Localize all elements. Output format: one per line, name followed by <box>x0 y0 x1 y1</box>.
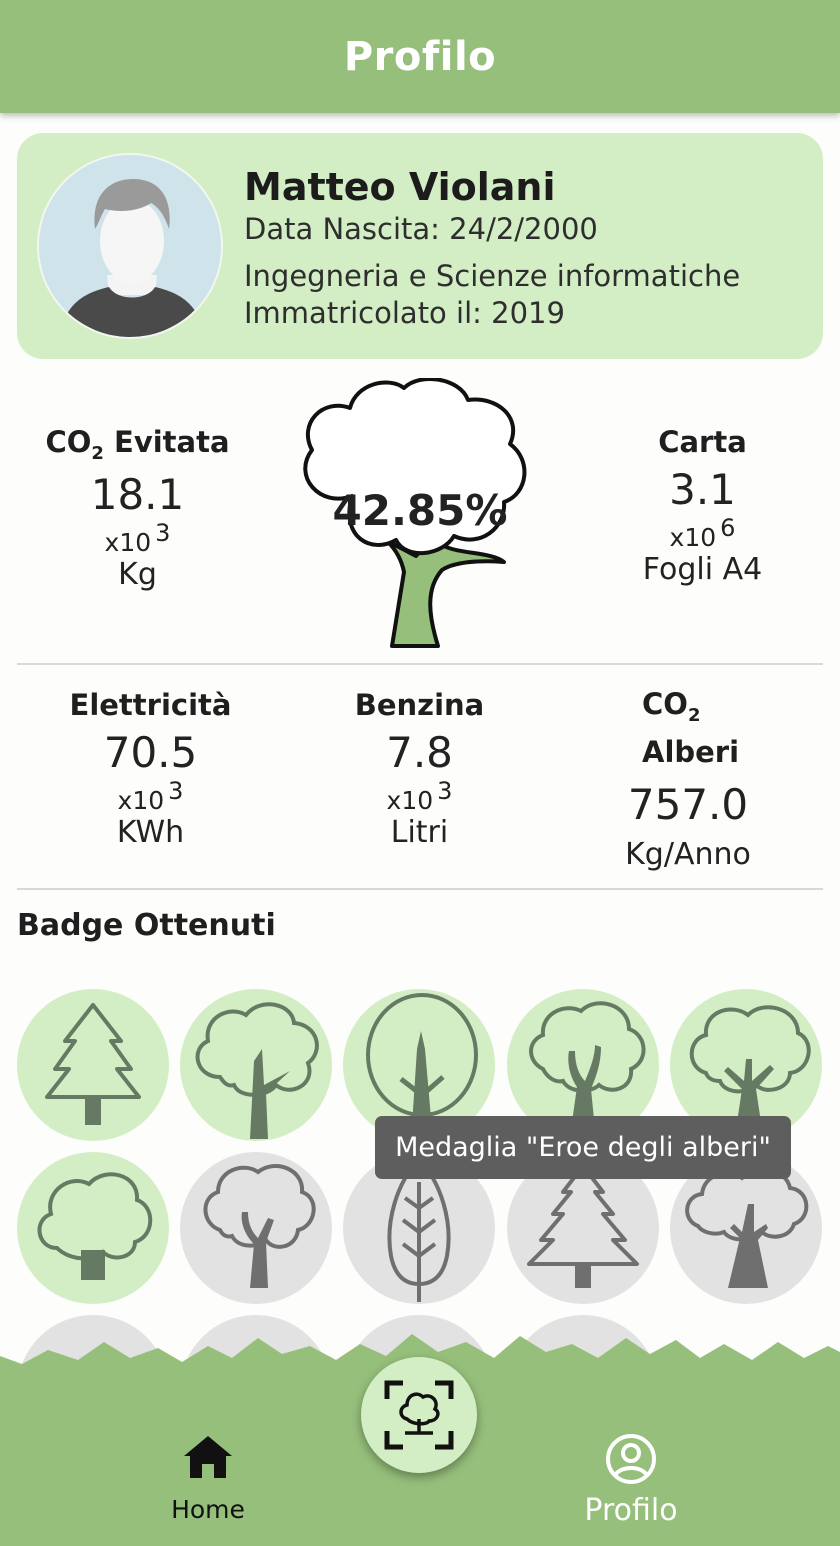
stat-co2-value: 18.1 <box>90 469 185 519</box>
stat-paper-label: Carta <box>658 425 747 459</box>
nav-profile[interactable]: Profilo <box>560 1432 702 1528</box>
stat-trees: CO2 Alberi 757.0 Kg/Anno <box>590 686 786 872</box>
badge-1[interactable] <box>17 989 169 1141</box>
badge-2[interactable] <box>180 989 332 1141</box>
stat-co2-avoided: CO2 Evitata 18.1 x10 3 Kg <box>40 425 235 592</box>
stat-electricity-label: Elettricità <box>69 688 232 722</box>
profile-card: Matteo Violani Data Nascita: 24/2/2000 I… <box>17 133 823 359</box>
stat-fuel-label: Benzina <box>354 688 485 722</box>
progress-tree: 42.85% <box>292 376 548 650</box>
home-icon <box>184 1436 232 1478</box>
nav-profile-label: Profilo <box>584 1493 678 1528</box>
stat-fuel: Benzina 7.8 x10 3 Litri <box>322 688 517 850</box>
stat-electricity-multiplier: x10 3 <box>117 777 184 815</box>
profile-course: Ingegneria e Scienze informatiche <box>244 259 741 293</box>
divider <box>17 888 823 890</box>
stat-co2-label: CO2 Evitata <box>45 425 230 464</box>
progress-percent: 42.85% <box>332 486 508 535</box>
stat-fuel-unit: Litri <box>390 815 449 850</box>
pine-tree-icon <box>45 1003 141 1125</box>
profile-enrolled: Immatricolato il: 2019 <box>244 296 565 330</box>
stat-co2-unit: Kg <box>118 556 157 592</box>
stat-electricity-value: 70.5 <box>103 728 198 777</box>
stat-paper: Carta 3.1 x10 6 Fogli A4 <box>605 425 800 587</box>
oak-tree-icon <box>195 1002 319 1139</box>
stat-trees-value: 757.0 <box>627 779 749 829</box>
nav-home[interactable]: Home <box>148 1432 268 1524</box>
nav-home-label: Home <box>171 1495 245 1524</box>
stat-paper-multiplier: x10 6 <box>669 514 736 552</box>
profile-birth-date: Data Nascita: 24/2/2000 <box>244 212 598 246</box>
stat-electricity-unit: KWh <box>116 815 185 850</box>
profile-name: Matteo Violani <box>244 165 556 209</box>
badge-tooltip: Medaglia "Eroe degli alberi" <box>375 1116 791 1179</box>
app-bar: Profilo <box>0 0 840 113</box>
avatar <box>37 153 223 339</box>
stat-fuel-value: 7.8 <box>386 728 453 777</box>
account-circle-icon <box>606 1434 656 1484</box>
scan-tree-icon <box>384 1380 454 1450</box>
stat-trees-unit: Kg/Anno <box>625 836 751 872</box>
stat-co2-multiplier: x10 3 <box>104 518 171 557</box>
stat-trees-label: CO2 Alberi <box>642 687 740 769</box>
divider <box>17 663 823 665</box>
branch-tree-icon <box>203 1164 316 1288</box>
cloud-tree-icon <box>37 1172 153 1280</box>
stat-paper-value: 3.1 <box>669 465 736 514</box>
badge-6[interactable] <box>17 1152 169 1304</box>
stat-electricity: Elettricità 70.5 x10 3 KWh <box>53 688 248 850</box>
page-title: Profilo <box>343 33 497 80</box>
stat-paper-unit: Fogli A4 <box>642 552 763 587</box>
stat-fuel-multiplier: x10 3 <box>386 777 453 815</box>
badge-7[interactable] <box>180 1152 332 1304</box>
badges-title: Badge Ottenuti <box>17 908 276 943</box>
scan-tree-button[interactable] <box>361 1357 477 1473</box>
